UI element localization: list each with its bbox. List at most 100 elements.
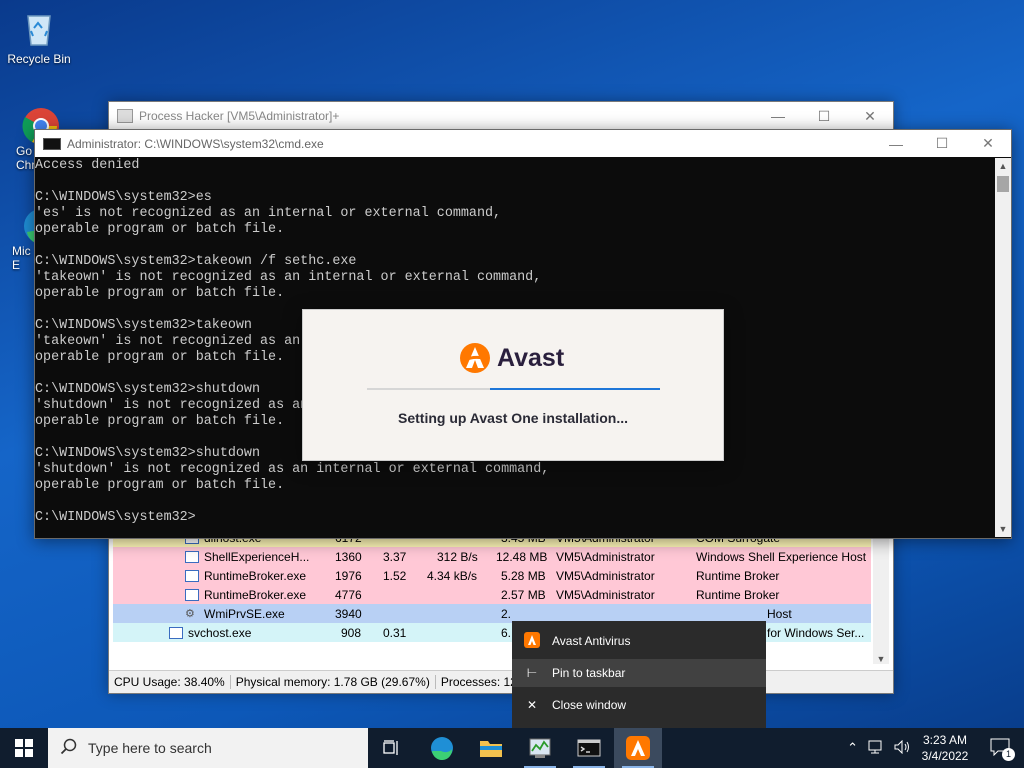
cmd-titlebar[interactable]: Administrator: C:\WINDOWS\system32\cmd.e… — [35, 130, 1011, 157]
close-button[interactable]: ✕ — [847, 102, 893, 130]
clock[interactable]: 3:23 AM 3/4/2022 — [918, 732, 972, 764]
process-description: for Windows Ser... — [767, 625, 865, 640]
scrollbar-thumb[interactable] — [997, 176, 1009, 192]
process-pid: 908 — [341, 625, 362, 640]
process-name: svchost.exe — [188, 625, 252, 640]
installation-progress-bar — [367, 388, 660, 390]
cmd-icon — [577, 739, 601, 757]
minimize-button[interactable]: — — [873, 130, 919, 158]
process-description: Runtime Broker — [696, 568, 780, 583]
process-pid: 1360 — [335, 549, 362, 564]
process-name: RuntimeBroker.exe — [204, 587, 307, 602]
process-user: VM5\Administrator — [556, 549, 655, 564]
pin-icon: ⊢ — [526, 666, 538, 680]
jumplist-item-avast-antivirus[interactable]: Avast Antivirus — [512, 627, 766, 655]
cmd-icon — [43, 137, 61, 150]
process-memory: 2. — [501, 606, 512, 621]
process-row[interactable]: RuntimeBroker.exe 4776 2.57 MB VM5\Admin… — [113, 585, 871, 604]
jumplist-label: Avast Antivirus — [552, 634, 631, 648]
taskbar-process-hacker[interactable] — [516, 728, 564, 768]
taskbar-cmd[interactable] — [565, 728, 613, 768]
process-icon — [185, 569, 199, 582]
minimize-button[interactable]: — — [755, 102, 801, 130]
progress-fill — [490, 388, 660, 390]
jumplist-label: Close window — [552, 698, 627, 712]
task-view-button[interactable] — [368, 728, 416, 768]
avast-icon — [626, 736, 650, 760]
process-hacker-titlebar[interactable]: Process Hacker [VM5\Administrator]+ — ☐ … — [109, 102, 893, 130]
search-placeholder: Type here to search — [88, 740, 212, 756]
avast-brand-name: Avast — [497, 343, 565, 372]
wmi-process-icon: ⚙ — [185, 608, 195, 620]
notification-center-button[interactable]: 1 — [990, 738, 1015, 761]
close-button[interactable]: ✕ — [965, 130, 1011, 158]
avast-logo: Avast — [459, 342, 564, 374]
folder-icon — [480, 741, 502, 757]
process-row[interactable]: ShellExperienceH... 1360 3.37 312 B/s 12… — [113, 547, 871, 566]
window-title: Administrator: C:\WINDOWS\system32\cmd.e… — [67, 136, 324, 151]
search-icon — [60, 738, 80, 759]
process-pid: 1976 — [335, 568, 362, 583]
process-memory: 12.48 MB — [496, 549, 548, 564]
process-cpu: 1.52 — [383, 568, 407, 583]
desktop-icon-recycle-bin[interactable]: Recycle Bin — [2, 8, 76, 66]
close-icon: ✕ — [526, 698, 538, 712]
console-scrollbar[interactable]: ▲ ▼ — [995, 158, 1011, 537]
process-memory: 6. — [501, 625, 512, 640]
taskbar: Type here to search ⌃ 3:23 AM 3/4/2022 1 — [0, 728, 1024, 768]
process-icon — [185, 588, 199, 601]
desktop-icon-label: Recycle Bin — [7, 52, 71, 66]
process-row[interactable]: RuntimeBroker.exe 1976 1.52 4.34 kB/s 5.… — [113, 566, 871, 585]
task-view-icon — [383, 740, 398, 755]
scroll-down-icon[interactable]: ▼ — [873, 654, 889, 664]
avast-icon — [524, 631, 540, 651]
process-io: 4.34 kB/s — [427, 568, 478, 583]
process-name: WmiPrvSE.exe — [204, 606, 285, 621]
volume-icon[interactable] — [894, 739, 912, 757]
status-bar: CPU Usage: 38.40% Physical memory: 1.78 … — [109, 670, 893, 693]
process-user: VM5\Administrator — [556, 587, 655, 602]
avast-installer-splash: Avast Setting up Avast One installation.… — [302, 309, 724, 461]
physical-memory: Physical memory: 1.78 GB (29.67%) — [231, 675, 436, 689]
process-memory: 5.28 MB — [501, 568, 546, 583]
chevron-up-icon[interactable]: ⌃ — [847, 740, 858, 756]
taskbar-edge[interactable] — [418, 728, 466, 768]
system-tray: ⌃ 3:23 AM 3/4/2022 1 — [847, 728, 1024, 768]
network-icon[interactable] — [868, 740, 886, 757]
process-user: VM5\Administrator — [556, 568, 655, 583]
avast-icon — [460, 343, 490, 373]
maximize-button[interactable]: ☐ — [919, 130, 965, 158]
taskbar-search-box[interactable]: Type here to search — [48, 728, 368, 768]
process-pid: 3940 — [335, 606, 362, 621]
window-title: Process Hacker [VM5\Administrator]+ — [139, 109, 340, 123]
installation-message: Setting up Avast One installation... — [398, 410, 628, 426]
jumplist-item-pin-to-taskbar[interactable]: ⊢ Pin to taskbar — [512, 659, 766, 687]
process-cpu: 0.31 — [383, 625, 407, 640]
taskbar-file-explorer[interactable] — [467, 728, 515, 768]
jumplist-item-close-window[interactable]: ✕ Close window — [512, 691, 766, 719]
jumplist-label: Pin to taskbar — [552, 666, 626, 680]
process-icon — [169, 626, 183, 639]
edge-icon — [431, 737, 453, 760]
process-io: 312 B/s — [437, 549, 478, 564]
process-name: ShellExperienceH... — [204, 549, 310, 564]
notification-badge: 1 — [1002, 747, 1015, 761]
process-hacker-icon — [117, 109, 133, 123]
process-description: Windows Shell Experience Host — [696, 549, 867, 564]
scroll-up-icon[interactable]: ▲ — [995, 158, 1011, 174]
process-list-scrollbar[interactable]: ▼ — [873, 528, 889, 664]
taskbar-jump-list[interactable]: Avast Antivirus ⊢ Pin to taskbar ✕ Close… — [512, 621, 766, 728]
process-cpu: 3.37 — [383, 549, 407, 564]
process-icon — [185, 550, 199, 563]
process-memory: 2.57 MB — [501, 587, 546, 602]
taskbar-avast[interactable] — [614, 728, 662, 768]
process-pid: 4776 — [335, 587, 362, 602]
maximize-button[interactable]: ☐ — [801, 102, 847, 130]
windows-logo-icon — [15, 739, 33, 757]
start-button[interactable] — [0, 728, 48, 768]
process-description: Host — [767, 606, 792, 621]
process-hacker-icon — [529, 738, 551, 758]
process-description: Runtime Broker — [696, 587, 780, 602]
recycle-bin-icon — [19, 8, 59, 48]
scroll-down-icon[interactable]: ▼ — [995, 521, 1011, 537]
